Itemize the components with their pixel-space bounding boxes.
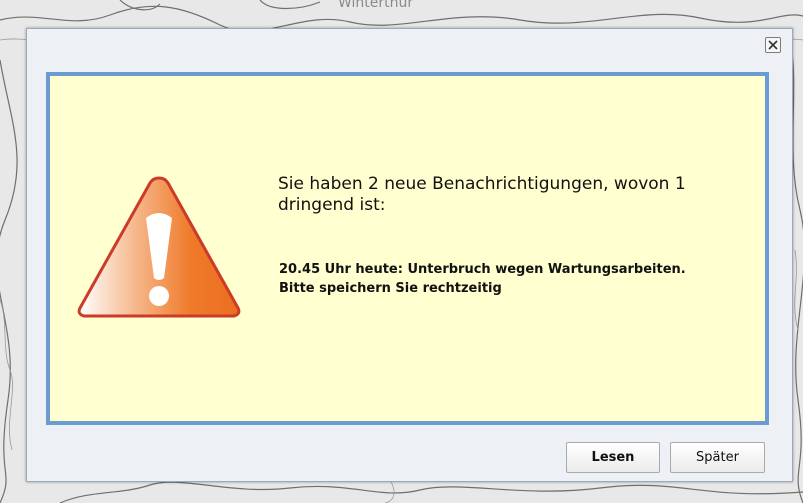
notification-dialog: Sie haben 2 neue Benachrichtigungen, wov… bbox=[26, 28, 793, 482]
notification-details: 20.45 Uhr heute: Unterbruch wegen Wartun… bbox=[279, 260, 759, 298]
close-icon bbox=[768, 40, 778, 50]
close-button[interactable] bbox=[765, 37, 781, 53]
read-button[interactable]: Lesen bbox=[566, 442, 660, 473]
later-button[interactable]: Später bbox=[670, 442, 765, 473]
warning-triangle-icon bbox=[77, 176, 241, 318]
details-line: Bitte speichern Sie rechtzeitig bbox=[279, 281, 502, 296]
notification-headline: Sie haben 2 neue Benachrichtigungen, wov… bbox=[278, 174, 686, 215]
message-panel: Sie haben 2 neue Benachrichtigungen, wov… bbox=[46, 72, 769, 425]
details-line: 20.45 Uhr heute: Unterbruch wegen Wartun… bbox=[279, 262, 686, 277]
map-place-label: Winterthur bbox=[338, 0, 414, 11]
